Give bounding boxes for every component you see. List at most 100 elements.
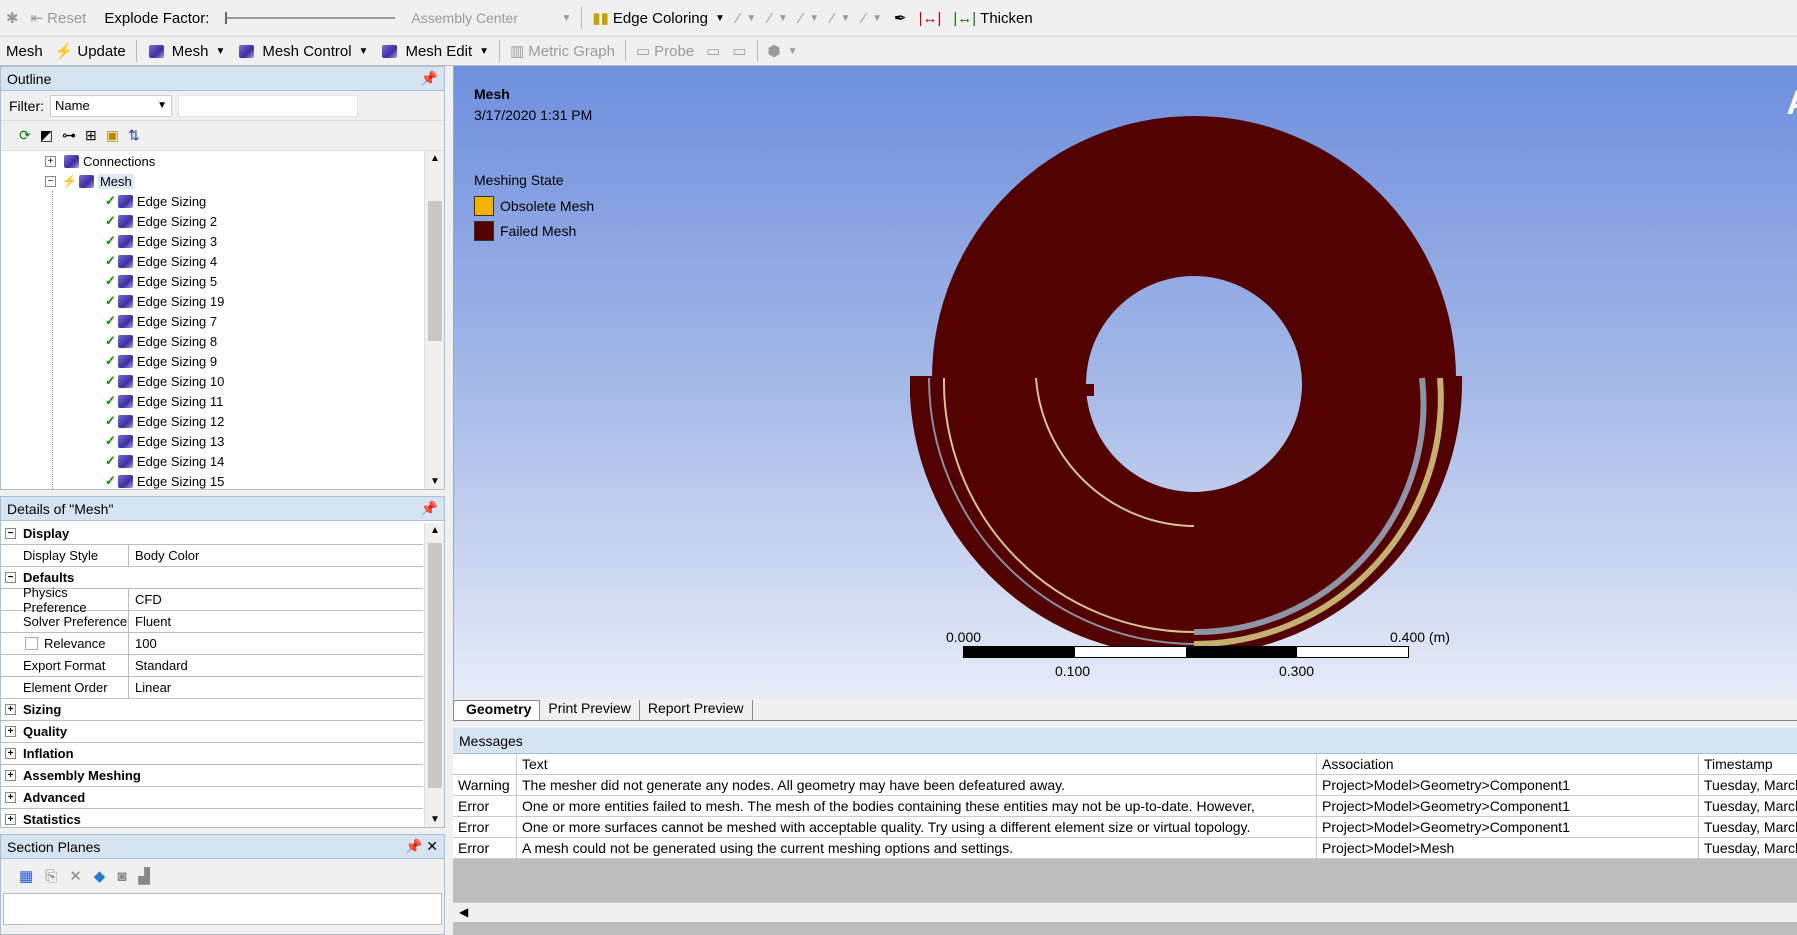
message-row[interactable]: Error One or more entities failed to mes… xyxy=(453,796,1797,817)
tree-node-edge-sizing[interactable]: ✓ Edge Sizing 13 xyxy=(105,431,224,451)
thin-edges-icon[interactable]: |↔| xyxy=(913,5,948,31)
pin-icon[interactable]: 📌 xyxy=(405,838,422,854)
copy-icon[interactable]: ⎘ xyxy=(45,868,57,885)
group-quality[interactable]: + Quality xyxy=(1,721,423,743)
cap-icon[interactable]: ◙ xyxy=(117,868,126,885)
refresh-icon[interactable]: ⟳ xyxy=(19,127,31,144)
tab-geometry[interactable]: Geometry xyxy=(453,700,541,720)
delete-icon[interactable]: ✕ xyxy=(69,867,82,885)
edge-coloring-button[interactable]: ▮▮ Edge Coloring ▼ xyxy=(586,5,730,31)
expand-all-icon[interactable]: ⊞ xyxy=(85,127,97,144)
tree-node-edge-sizing[interactable]: ✓ Edge Sizing 7 xyxy=(105,311,217,331)
row-physics-preference[interactable]: Physics Preference CFD xyxy=(1,585,423,615)
tree-node-edge-sizing[interactable]: ✓ Edge Sizing 2 xyxy=(105,211,217,231)
tree-node-edge-sizing[interactable]: ✓ Edge Sizing 15 xyxy=(105,471,224,489)
scroll-thumb[interactable] xyxy=(428,543,442,788)
expand-icon[interactable]: + xyxy=(5,748,16,759)
tree-node-edge-sizing[interactable]: ✓ Edge Sizing 5 xyxy=(105,271,217,291)
metric-graph-button[interactable]: ▥ Metric Graph xyxy=(504,38,621,64)
mesh-context-button[interactable]: Mesh xyxy=(0,38,49,64)
message-row[interactable]: Error One or more surfaces cannot be mes… xyxy=(453,817,1797,838)
details-scrollbar[interactable]: ▲ ▼ xyxy=(424,523,444,827)
tree-node-edge-sizing[interactable]: ✓ Edge Sizing 9 xyxy=(105,351,217,371)
expand-icon[interactable]: + xyxy=(45,155,56,167)
collapse-icon[interactable]: − xyxy=(5,528,16,539)
group-sizing[interactable]: + Sizing xyxy=(1,699,423,721)
mesh-dropdown-button[interactable]: Mesh ▼ xyxy=(141,38,232,64)
tab-print-preview[interactable]: Print Preview xyxy=(540,700,640,720)
tree-node-edge-sizing[interactable]: ✓ Edge Sizing 8 xyxy=(105,331,217,351)
new-section-plane-icon[interactable]: ▦ xyxy=(19,867,33,885)
section-planes-list[interactable] xyxy=(3,893,442,925)
scroll-down-icon[interactable]: ▼ xyxy=(430,814,440,825)
connector-icon[interactable]: ⊶ xyxy=(62,127,76,144)
graphics-viewport[interactable]: Mesh 3/17/2020 1:31 PM Meshing State Obs… xyxy=(453,66,1797,699)
update-button[interactable]: ⚡ Update xyxy=(49,38,132,64)
tree-node-edge-sizing[interactable]: ✓ Edge Sizing 11 xyxy=(105,391,223,411)
group-advanced[interactable]: + Advanced xyxy=(1,787,423,809)
edge-style-3-button[interactable]: ⁄ ▼ xyxy=(794,5,825,31)
scroll-left-icon[interactable]: ◀ xyxy=(459,905,468,919)
folder-icon[interactable]: ▣ xyxy=(106,127,119,144)
tree-node-mesh[interactable]: − ⚡ Mesh xyxy=(45,171,134,191)
row-relevance[interactable]: Relevance 100 xyxy=(1,633,423,655)
expand-icon[interactable]: + xyxy=(5,814,16,825)
group-display[interactable]: − Display xyxy=(1,523,423,545)
hexagon-icon[interactable]: ⬢ ▼ xyxy=(762,38,804,64)
assembly-center-select[interactable]: Assembly Center ▼ xyxy=(405,7,577,29)
collapse-icon[interactable]: − xyxy=(5,572,16,583)
tab-report-preview[interactable]: Report Preview xyxy=(640,700,753,720)
edge-style-5-button[interactable]: ⁄ ▼ xyxy=(857,5,888,31)
tree-node-connections[interactable]: + Connections xyxy=(45,151,155,171)
collapse-icon[interactable]: − xyxy=(45,175,56,187)
scroll-up-icon[interactable]: ▲ xyxy=(430,153,440,164)
relevance-checkbox[interactable] xyxy=(25,637,38,650)
filter-type-select[interactable]: Name ▼ xyxy=(50,94,172,117)
scroll-up-icon[interactable]: ▲ xyxy=(430,525,440,536)
tree-node-edge-sizing[interactable]: ✓ Edge Sizing xyxy=(105,191,206,211)
outline-scrollbar[interactable]: ▲ ▼ xyxy=(424,151,444,489)
edge-style-4-button[interactable]: ⁄ ▼ xyxy=(825,5,856,31)
plane-icon[interactable]: ◆ xyxy=(94,867,106,885)
group-statistics[interactable]: + Statistics xyxy=(1,809,423,827)
edge-style-1-button[interactable]: ⁄ ▼ xyxy=(731,5,762,31)
scroll-thumb[interactable] xyxy=(428,201,442,341)
sort-icon[interactable]: ⇅ xyxy=(128,127,140,144)
tree-node-edge-sizing[interactable]: ✓ Edge Sizing 19 xyxy=(105,291,224,311)
edge-style-2-button[interactable]: ⁄ ▼ xyxy=(762,5,793,31)
pin-tool-icon[interactable]: ✱ xyxy=(0,5,25,31)
close-icon[interactable]: ✕ xyxy=(426,838,438,854)
mesh-control-button[interactable]: Mesh Control ▼ xyxy=(231,38,374,64)
messages-hscrollbar[interactable]: ◀ xyxy=(453,902,1797,922)
filter-input[interactable] xyxy=(178,94,358,117)
pin-icon[interactable]: ✒ xyxy=(888,5,913,31)
group-inflation[interactable]: + Inflation xyxy=(1,743,423,765)
expand-icon[interactable]: + xyxy=(5,770,16,781)
mesh-edit-button[interactable]: Mesh Edit ▼ xyxy=(374,38,495,64)
explode-factor-slider[interactable] xyxy=(225,12,396,24)
expand-icon[interactable]: + xyxy=(5,726,16,737)
min-icon[interactable]: ▭ xyxy=(726,38,752,64)
reset-button[interactable]: ⇤ Reset xyxy=(25,5,93,31)
pin-icon[interactable]: 📌 xyxy=(421,70,438,87)
tree-node-edge-sizing[interactable]: ✓ Edge Sizing 12 xyxy=(105,411,224,431)
row-element-order[interactable]: Element Order Linear xyxy=(1,677,423,699)
tree-node-edge-sizing[interactable]: ✓ Edge Sizing 3 xyxy=(105,231,217,251)
expand-icon[interactable]: + xyxy=(5,792,16,803)
pin-icon[interactable]: 📌 xyxy=(421,500,438,517)
expand-icon[interactable]: + xyxy=(5,704,16,715)
group-assembly-meshing[interactable]: + Assembly Meshing xyxy=(1,765,423,787)
row-solver-preference[interactable]: Solver Preference Fluent xyxy=(1,611,423,633)
row-display-style[interactable]: Display Style Body Color xyxy=(1,545,423,567)
tree-node-edge-sizing[interactable]: ✓ Edge Sizing 10 xyxy=(105,371,224,391)
edit-icon[interactable]: ▟ xyxy=(138,867,150,885)
collapse-icon[interactable]: ◩ xyxy=(40,127,53,144)
probe-button[interactable]: ▭ Probe xyxy=(630,38,700,64)
row-export-format[interactable]: Export Format Standard xyxy=(1,655,423,677)
max-icon[interactable]: ▭ xyxy=(700,38,726,64)
tree-node-edge-sizing[interactable]: ✓ Edge Sizing 14 xyxy=(105,451,224,471)
tree-node-edge-sizing[interactable]: ✓ Edge Sizing 4 xyxy=(105,251,217,271)
message-row[interactable]: Warning The mesher did not generate any … xyxy=(453,775,1797,796)
thicken-button[interactable]: |↔| Thicken xyxy=(947,5,1038,31)
message-row[interactable]: Error A mesh could not be generated usin… xyxy=(453,838,1797,859)
